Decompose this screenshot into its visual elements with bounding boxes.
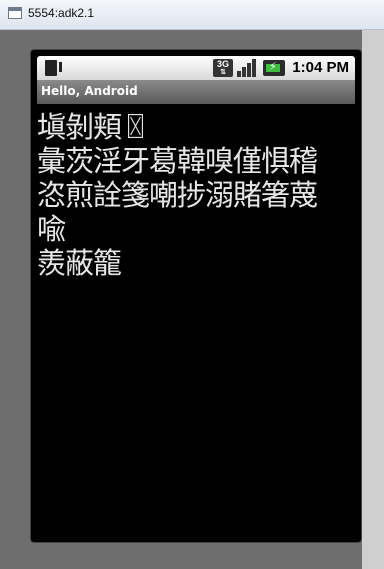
network-3g-icon: 3G ⇅: [213, 59, 233, 77]
text-content: 塡剝頬〿 彙茨淫牙葛韓嗅僅惧稽 恣煎詮箋嘲捗溺賭箸蔑 喩 羨蔽籠: [37, 110, 357, 280]
text-line: 塡剝頬〿: [37, 110, 150, 144]
signal-strength-icon: [237, 59, 259, 77]
text-line: 喩: [37, 212, 66, 246]
app-title: Hello, Android: [41, 84, 138, 98]
status-bar: 3G ⇅ 1:04 PM: [37, 56, 355, 80]
device-screen: 3G ⇅ 1:04 PM Hello, Android 塡剝頬〿 彙茨淫牙葛韓嗅…: [30, 49, 362, 543]
network-type-label: 3G: [216, 59, 229, 69]
text-line: 彙茨淫牙葛韓嗅僅惧稽: [37, 144, 318, 178]
status-clock: 1:04 PM: [292, 59, 349, 76]
app-title-bar: Hello, Android: [37, 80, 355, 104]
text-line: 羨蔽籠: [37, 246, 122, 280]
battery-charging-icon: [263, 60, 285, 76]
window-titlebar: 5554:adk2.1: [0, 0, 384, 30]
text-line: 恣煎詮箋嘲捗溺賭箸蔑: [37, 178, 318, 212]
data-arrows-icon: ⇅: [220, 69, 226, 76]
window-title: 5554:adk2.1: [28, 6, 95, 20]
window-app-icon: [8, 7, 22, 19]
sd-card-icon: [45, 60, 62, 76]
emulator-frame-right-edge: [362, 30, 384, 569]
